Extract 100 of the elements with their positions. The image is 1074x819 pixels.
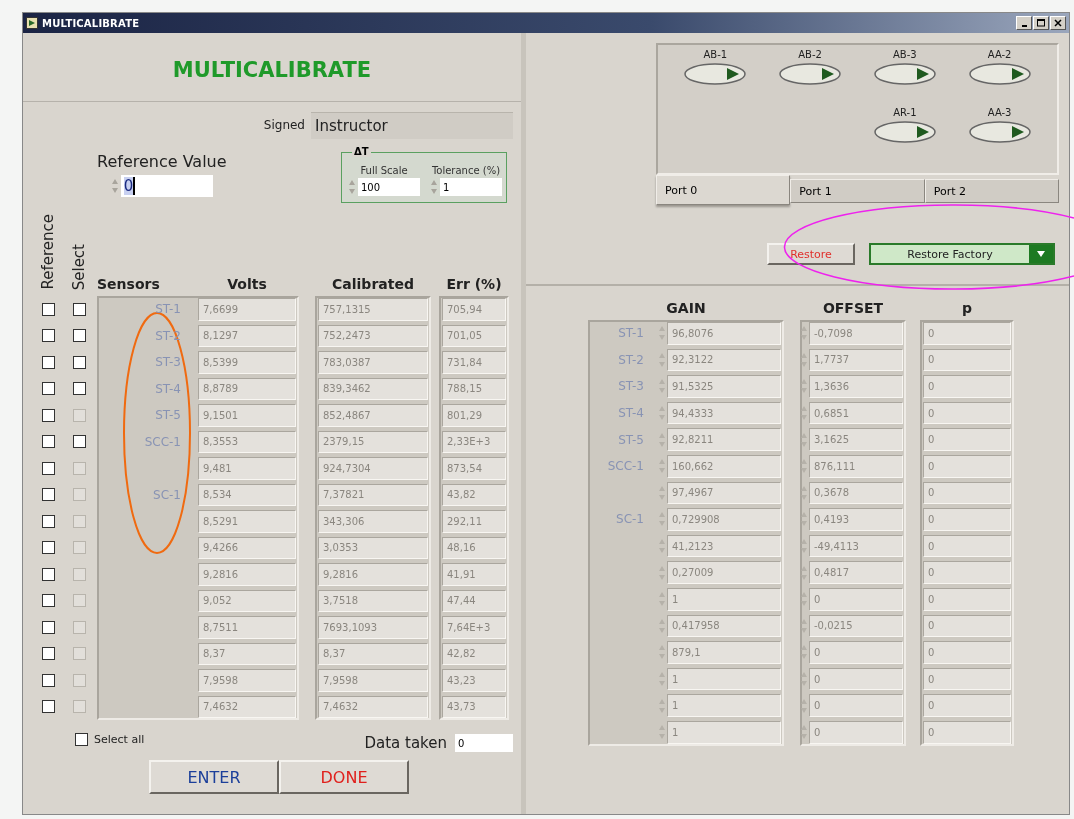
gain-field[interactable]: 160,662: [667, 454, 781, 478]
offset-field[interactable]: 1,3636: [809, 375, 903, 398]
select-checkbox[interactable]: [72, 435, 86, 449]
reference-checkbox[interactable]: [41, 435, 55, 449]
reference-checkbox[interactable]: [41, 329, 55, 343]
close-button[interactable]: [1050, 16, 1066, 30]
maximize-button[interactable]: [1033, 16, 1049, 30]
switch-label: AB-1: [703, 49, 728, 60]
gain-field[interactable]: 41,2123: [667, 534, 781, 558]
calibrated-cell: 343,306: [318, 510, 428, 533]
offset-field[interactable]: 0,6851: [809, 401, 903, 425]
offset-field[interactable]: -0,7098: [809, 322, 903, 345]
offset-field[interactable]: 0: [809, 694, 903, 717]
restore-button[interactable]: Restore: [767, 243, 855, 265]
spinner-icon[interactable]: [348, 179, 356, 195]
gain-field[interactable]: 1: [667, 667, 781, 691]
port-tab[interactable]: Port 2: [924, 179, 1059, 203]
offset-field[interactable]: 0,3678: [809, 481, 903, 505]
sensor-label: ST-1: [618, 326, 644, 341]
gain-field[interactable]: 97,4967: [667, 481, 781, 505]
p-cell: 0: [923, 694, 1011, 717]
spinner-icon[interactable]: [430, 179, 438, 195]
reference-value-field[interactable]: 0: [120, 175, 213, 197]
toggle-switch[interactable]: [872, 62, 937, 86]
column-header: Volts: [227, 276, 267, 294]
p-cell: 0: [923, 614, 1011, 638]
offset-field[interactable]: 0,4817: [809, 561, 903, 584]
reference-checkbox[interactable]: [41, 567, 55, 581]
reference-checkbox[interactable]: [41, 594, 55, 608]
toggle-switch[interactable]: [872, 120, 937, 144]
volts-cell: 9,1501: [198, 404, 296, 427]
reference-checkbox[interactable]: [41, 488, 55, 502]
gain-field[interactable]: 91,5325: [667, 375, 781, 398]
reference-checkbox[interactable]: [41, 647, 55, 661]
select-checkbox[interactable]: [72, 382, 86, 396]
error-cell: 801,29: [442, 404, 506, 427]
toggle-switch[interactable]: [967, 62, 1032, 86]
error-cell: 873,54: [442, 457, 506, 480]
offset-field[interactable]: 1,7737: [809, 348, 903, 372]
minimize-button[interactable]: [1016, 16, 1032, 30]
offset-field[interactable]: 876,111: [809, 454, 903, 478]
reference-checkbox[interactable]: [41, 620, 55, 634]
reference-checkbox[interactable]: [41, 461, 55, 475]
gain-field[interactable]: 0,729908: [667, 508, 781, 531]
select-checkbox[interactable]: [72, 329, 86, 343]
gain-field[interactable]: 879,1: [667, 641, 781, 664]
reference-checkbox[interactable]: [41, 673, 55, 687]
offset-field[interactable]: -49,4113: [809, 534, 903, 558]
restore-factory-dropdown[interactable]: Restore Factory: [869, 243, 1055, 265]
offset-field[interactable]: 0: [809, 587, 903, 611]
reference-checkbox[interactable]: [41, 700, 55, 714]
reference-checkbox[interactable]: [41, 355, 55, 369]
port-tab[interactable]: Port 1: [790, 179, 925, 203]
gain-field[interactable]: 92,8211: [667, 428, 781, 451]
calibrated-cell: 924,7304: [318, 457, 428, 480]
numeric-field[interactable]: 100: [358, 178, 420, 196]
select-checkbox[interactable]: [72, 355, 86, 369]
gain-field[interactable]: 1: [667, 694, 781, 717]
calibrated-cell: 7,4632: [318, 695, 428, 718]
offset-field[interactable]: 3,1625: [809, 428, 903, 451]
gain-field[interactable]: 94,4333: [667, 401, 781, 425]
gain-field[interactable]: 1: [667, 720, 781, 744]
reference-column-label: Reference: [39, 214, 57, 290]
gain-field[interactable]: 1: [667, 587, 781, 611]
gain-field[interactable]: 0,27009: [667, 561, 781, 584]
error-cell: 2,33E+3: [442, 430, 506, 453]
gain-field[interactable]: 92,3122: [667, 348, 781, 372]
error-cell: 788,15: [442, 377, 506, 400]
calibrated-cell: 852,4867: [318, 404, 428, 427]
offset-field[interactable]: -0,0215: [809, 614, 903, 638]
gain-field[interactable]: 96,8076: [667, 322, 781, 345]
toggle-switch[interactable]: [778, 62, 843, 86]
toggle-switch[interactable]: [683, 62, 748, 86]
p-cell: 0: [923, 720, 1011, 744]
calibrated-cell: 8,37: [318, 642, 428, 665]
reference-checkbox[interactable]: [41, 408, 55, 422]
done-button[interactable]: DONE: [279, 760, 409, 794]
reference-checkbox[interactable]: [41, 302, 55, 316]
numeric-field[interactable]: 1: [440, 178, 502, 196]
reference-checkbox[interactable]: [41, 514, 55, 528]
enter-button[interactable]: ENTER: [149, 760, 279, 794]
reference-checkbox[interactable]: [41, 541, 55, 555]
offset-field[interactable]: 0: [809, 720, 903, 744]
offset-field[interactable]: 0: [809, 641, 903, 664]
reference-checkbox[interactable]: [41, 382, 55, 396]
calibrated-cell: 7,37821: [318, 483, 428, 506]
select-all-checkbox[interactable]: [75, 732, 88, 746]
port-tab[interactable]: Port 0: [656, 175, 791, 205]
volts-cell: 8,3553: [198, 430, 296, 453]
volts-cell: 8,8789: [198, 377, 296, 400]
offset-field[interactable]: 0,4193: [809, 508, 903, 531]
offset-field[interactable]: 0: [809, 667, 903, 691]
calibrated-cell: 783,0387: [318, 351, 428, 374]
error-cell: 7,64E+3: [442, 616, 506, 639]
error-cell: 701,05: [442, 324, 506, 347]
gain-field[interactable]: 0,417958: [667, 614, 781, 638]
select-checkbox[interactable]: [72, 302, 86, 316]
p-cell: 0: [923, 428, 1011, 451]
toggle-switch[interactable]: [967, 120, 1032, 144]
numeric-label: Tolerance (%): [431, 165, 501, 176]
